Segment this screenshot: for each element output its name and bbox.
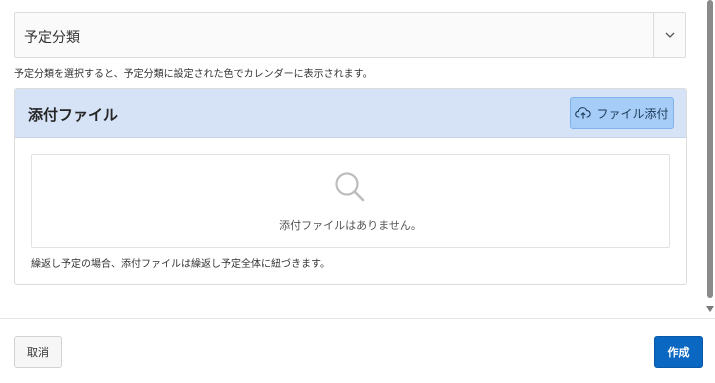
- attachments-region-header: 添付ファイル ファイル添付: [15, 89, 686, 138]
- search-icon: [335, 172, 365, 202]
- category-help-text: 予定分類を選択すると、予定分類に設定された色でカレンダーに表示されます。: [14, 69, 373, 80]
- attachments-region: 添付ファイル ファイル添付 添付ファイルはありません。 繰返し予定の場合、添付フ…: [14, 88, 687, 285]
- cancel-button[interactable]: 取消: [14, 336, 62, 368]
- attachments-note: 繰返し予定の場合、添付ファイルは繰返し予定全体に紐づきます。: [31, 259, 330, 270]
- select-divider: [653, 13, 654, 57]
- chevron-down-icon[interactable]: [664, 29, 676, 41]
- dialog-footer: 取消 作成: [0, 318, 715, 383]
- category-select-value: 予定分類: [24, 30, 80, 46]
- dialog-content: 予定分類 予定分類を選択すると、予定分類に設定された色でカレンダーに表示されます…: [0, 0, 705, 318]
- vertical-scrollbar[interactable]: [705, 0, 715, 318]
- cloud-upload-icon: [575, 107, 592, 119]
- category-select[interactable]: 予定分類: [14, 12, 686, 58]
- attachments-empty-state: 添付ファイルはありません。: [31, 154, 670, 248]
- add-attachment-button[interactable]: ファイル添付: [570, 97, 674, 129]
- scrollbar-thumb[interactable]: [707, 0, 713, 298]
- empty-message: 添付ファイルはありません。: [279, 219, 422, 232]
- scroll-down-arrow-icon[interactable]: [706, 306, 714, 312]
- create-button[interactable]: 作成: [654, 336, 703, 368]
- attachments-title: 添付ファイル: [28, 106, 119, 124]
- add-attachment-label: ファイル添付: [596, 106, 669, 121]
